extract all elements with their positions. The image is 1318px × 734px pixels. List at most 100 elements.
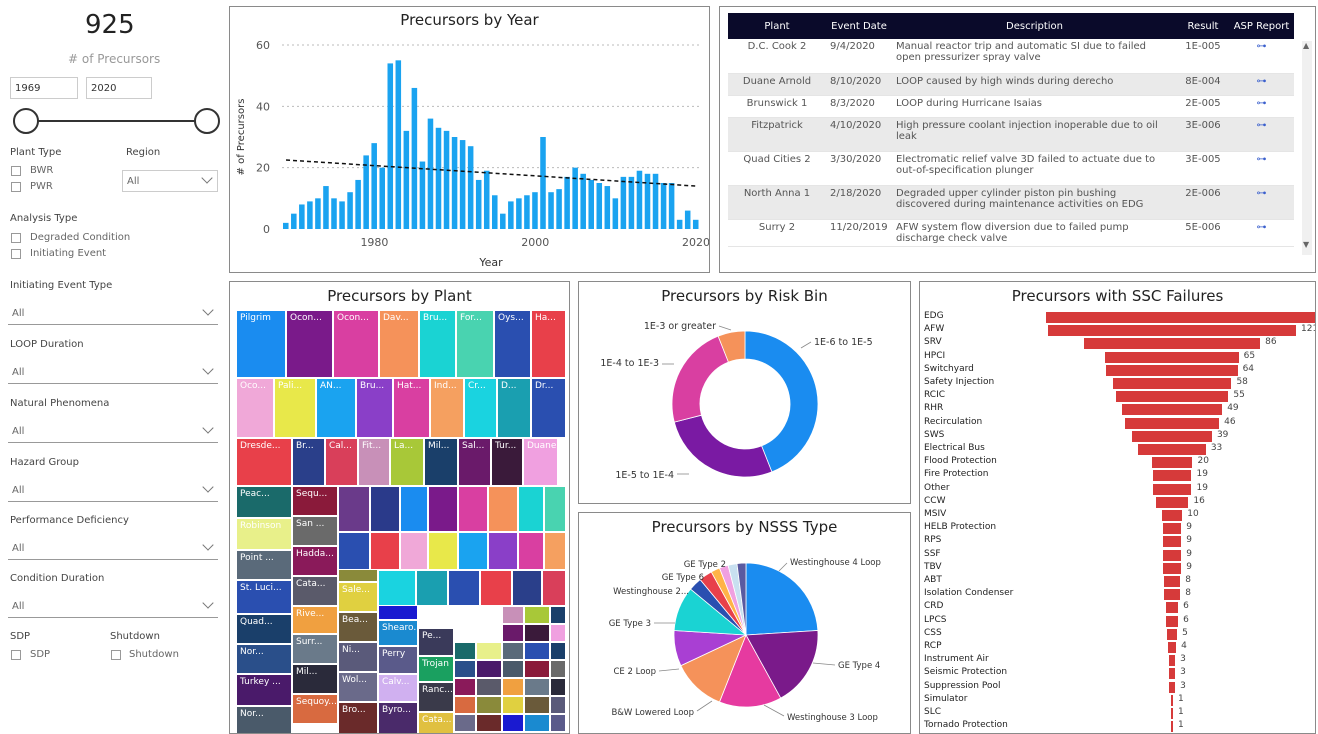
treemap-cell[interactable] [550, 696, 566, 714]
treemap-cell[interactable] [338, 486, 370, 532]
treemap-cell[interactable] [502, 624, 524, 642]
treemap-cell[interactable] [550, 624, 566, 642]
treemap-cell[interactable]: Perry [378, 646, 418, 674]
treemap-cell[interactable] [480, 570, 512, 606]
table-row[interactable]: Fitzpatrick 4/10/2020 High pressure coolan… [728, 117, 1294, 152]
year-slider-start-handle[interactable] [13, 108, 39, 134]
treemap-cell[interactable]: Ocon... [286, 310, 333, 378]
treemap-cell[interactable]: Trojan [418, 656, 454, 682]
treemap-cell[interactable]: Sequ... [292, 486, 338, 516]
treemap-cell[interactable] [524, 642, 550, 660]
treemap-cell[interactable]: Bru... [419, 310, 456, 378]
region-dropdown[interactable]: All [122, 170, 218, 192]
treemap-cell[interactable]: Cal... [325, 438, 358, 486]
treemap-cell[interactable]: Ind... [430, 378, 464, 438]
treemap-cell[interactable]: Ocon... [333, 310, 379, 378]
treemap-cell[interactable]: Mil... [424, 438, 458, 486]
treemap-cell[interactable]: Tur... [491, 438, 523, 486]
treemap-cell[interactable]: Oys... [494, 310, 531, 378]
treemap-cell[interactable]: Bea... [338, 612, 378, 642]
treemap-cell[interactable]: Ranc... [418, 682, 454, 712]
asp-report-link-icon[interactable]: ⊶ [1229, 185, 1294, 220]
treemap-cell[interactable] [502, 660, 524, 678]
asp-report-link-icon[interactable]: ⊶ [1229, 95, 1294, 118]
treemap-cell[interactable] [454, 660, 476, 678]
treemap-cell[interactable] [502, 696, 524, 714]
treemap-cell[interactable] [400, 532, 428, 570]
table-row[interactable]: Quad Cities 2 3/30/2020 Electromatic relie… [728, 151, 1294, 186]
treemap-cell[interactable]: Rive... [292, 606, 338, 634]
treemap-cell[interactable] [476, 642, 502, 660]
table-row[interactable]: North Anna 1 2/18/2020 Degraded upper cyli… [728, 185, 1294, 220]
degraded-condition-checkbox[interactable] [11, 233, 21, 243]
asp-report-link-icon[interactable]: ⊶ [1229, 39, 1294, 74]
treemap-cell[interactable] [542, 570, 566, 606]
treemap-cell[interactable] [544, 486, 566, 532]
natural-phenomena-dropdown[interactable]: All [8, 421, 218, 443]
treemap-cell[interactable] [454, 678, 476, 696]
treemap-cell[interactable] [476, 678, 502, 696]
treemap-cell[interactable]: Turkey ... [236, 674, 292, 706]
treemap-cell[interactable]: Ni... [338, 642, 378, 672]
table-row[interactable]: Surry 2 11/20/2019 AFW system flow diversi… [728, 219, 1294, 247]
pwr-checkbox[interactable] [11, 182, 21, 192]
treemap-cell[interactable]: Ha... [531, 310, 566, 378]
treemap-cell[interactable]: Dr... [531, 378, 566, 438]
treemap-cell[interactable] [378, 570, 416, 606]
treemap-cell[interactable]: Byro... [378, 702, 418, 733]
treemap-cell[interactable]: Robinson [236, 518, 292, 550]
treemap-cell[interactable] [524, 678, 550, 696]
year-slider-end-handle[interactable] [194, 108, 220, 134]
treemap-cell[interactable] [502, 714, 524, 732]
treemap-cell[interactable] [454, 696, 476, 714]
treemap-cell[interactable] [428, 486, 458, 532]
treemap-cell[interactable]: D... [497, 378, 531, 438]
bwr-checkbox[interactable] [11, 166, 21, 176]
treemap-cell[interactable] [416, 570, 448, 606]
treemap-cell[interactable]: Bru... [356, 378, 393, 438]
table-row[interactable]: Duane Arnold 8/10/2020 LOOP caused by high… [728, 73, 1294, 96]
year-from-input[interactable]: 1969 [10, 77, 78, 99]
treemap-cell[interactable] [550, 660, 566, 678]
treemap-cell[interactable] [502, 606, 524, 624]
treemap-cell[interactable]: Dresde... [236, 438, 292, 486]
treemap-cell[interactable]: Hat... [393, 378, 430, 438]
treemap-cell[interactable] [524, 696, 550, 714]
col-result[interactable]: Result [1177, 13, 1229, 39]
treemap-cell[interactable]: Sal... [458, 438, 491, 486]
year-to-input[interactable]: 2020 [86, 77, 152, 99]
treemap-cell[interactable]: Br... [292, 438, 325, 486]
scroll-down-icon[interactable]: ▼ [1303, 240, 1309, 249]
col-event-date[interactable]: Event Date [826, 13, 892, 39]
treemap-cell[interactable] [454, 714, 476, 732]
treemap-cell[interactable] [550, 606, 566, 624]
treemap-cell[interactable] [518, 486, 544, 532]
treemap-cell[interactable] [428, 532, 458, 570]
treemap-cell[interactable]: Cr... [464, 378, 497, 438]
shutdown-checkbox[interactable] [111, 650, 121, 660]
treemap-cell[interactable]: Hadda... [292, 546, 338, 576]
col-plant[interactable]: Plant [728, 13, 826, 39]
treemap-cell[interactable]: Point ... [236, 550, 292, 580]
table-row[interactable]: Brunswick 1 8/3/2020 LOOP during Hurricane… [728, 95, 1294, 118]
treemap-cell[interactable] [370, 486, 400, 532]
treemap-cell[interactable]: Nor... [236, 706, 292, 733]
treemap-cell[interactable] [502, 642, 524, 660]
treemap-cell[interactable]: Sale... [338, 582, 378, 612]
table-row[interactable]: D.C. Cook 2 9/4/2020 Manual reactor trip a… [728, 39, 1294, 74]
treemap-cell[interactable]: Fit... [358, 438, 390, 486]
treemap-cell[interactable]: Peac... [236, 486, 292, 518]
hazard-group-dropdown[interactable]: All [8, 480, 218, 502]
scroll-up-icon[interactable]: ▲ [1303, 41, 1309, 50]
treemap-cell[interactable] [476, 696, 502, 714]
treemap-cell[interactable] [448, 570, 480, 606]
treemap-cell[interactable] [476, 660, 502, 678]
treemap-cell[interactable] [458, 486, 488, 532]
treemap-cell[interactable] [338, 532, 370, 570]
treemap-cell[interactable]: Pe... [418, 628, 454, 656]
treemap-cell[interactable] [544, 532, 566, 570]
treemap-cell[interactable] [550, 714, 566, 732]
treemap-cell[interactable] [370, 532, 400, 570]
initiating-event-checkbox[interactable] [11, 249, 21, 259]
treemap-cell[interactable] [550, 642, 566, 660]
